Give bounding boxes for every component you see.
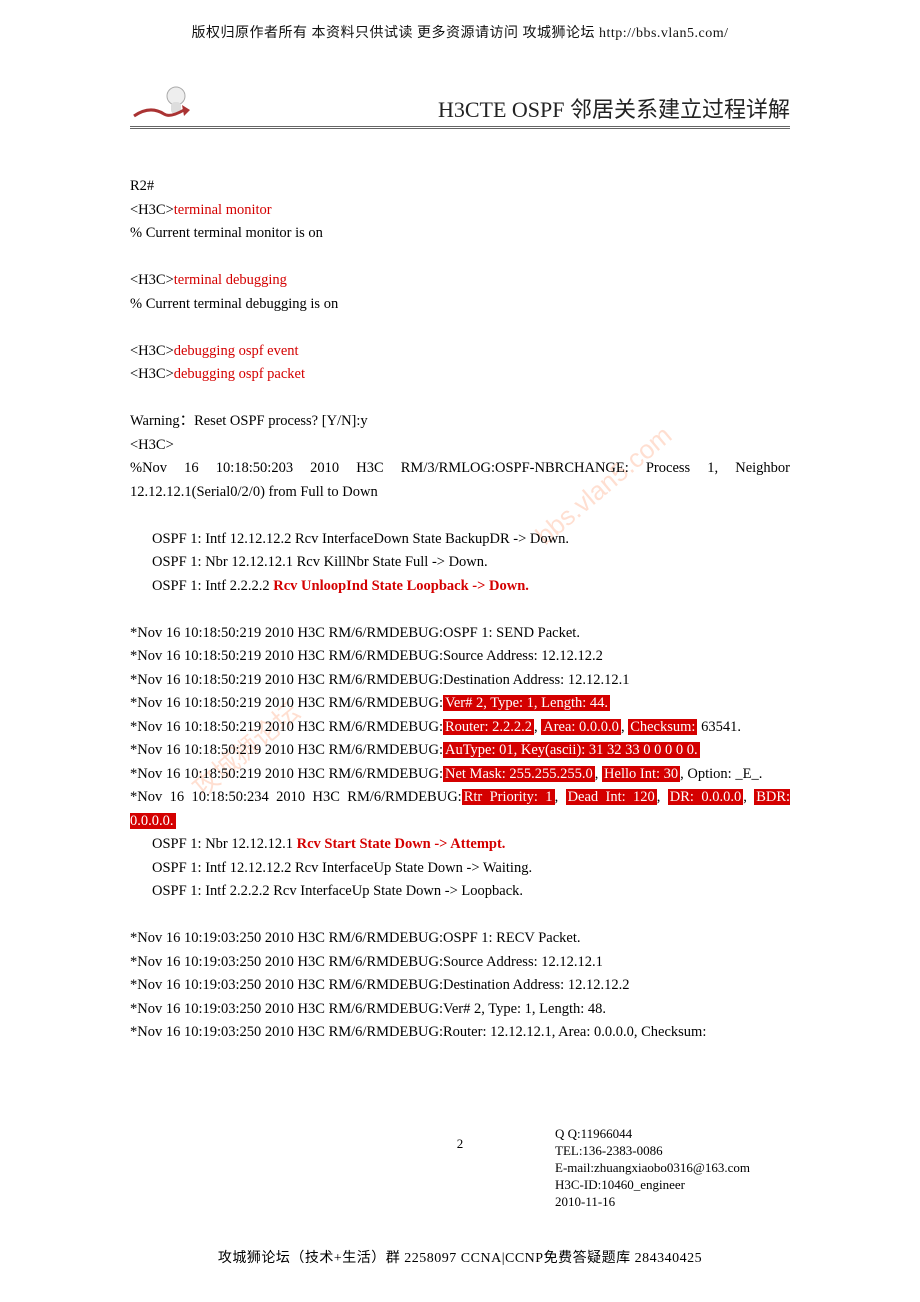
line: *Nov 16 10:18:50:219 2010 H3C RM/6/RMDEB…	[130, 763, 790, 787]
line: *Nov 16 10:18:50:219 2010 H3C RM/6/RMDEB…	[130, 669, 790, 693]
footer-h3c: H3C-ID:10460_engineer	[555, 1176, 750, 1193]
line: *Nov 16 10:18:50:219 2010 H3C RM/6/RMDEB…	[130, 622, 790, 646]
line: OSPF 1: Intf 12.12.12.2 Rcv InterfaceDow…	[130, 528, 790, 552]
line: *Nov 16 10:19:03:250 2010 H3C RM/6/RMDEB…	[130, 998, 790, 1022]
line: OSPF 1: Nbr 12.12.12.1 Rcv KillNbr State…	[130, 551, 790, 575]
doc-header: H3CTE OSPF 邻居关系建立过程详解	[130, 80, 790, 129]
document-page: 版权归原作者所有 本资料只供试读 更多资源请访问 攻城狮论坛 http://bb…	[0, 0, 920, 1302]
footer-contact: Q Q:11966044 TEL:136-2383-0086 E-mail:zh…	[555, 1125, 750, 1210]
line: *Nov 16 10:18:50:219 2010 H3C RM/6/RMDEB…	[130, 716, 790, 740]
doc-body: R2# <H3C>terminal monitor % Current term…	[130, 175, 790, 1045]
bottom-note: 攻城狮论坛（技术+生活）群 2258097 CCNA|CCNP免费答疑题库 28…	[0, 1247, 920, 1267]
line: OSPF 1: Intf 2.2.2.2 Rcv UnloopInd State…	[130, 575, 790, 599]
footer-email: E-mail:zhuangxiaobo0316@163.com	[555, 1159, 750, 1176]
doc-title: H3CTE OSPF 邻居关系建立过程详解	[438, 92, 790, 124]
line: <H3C>terminal monitor	[130, 199, 790, 223]
page-number: 2	[0, 1136, 920, 1152]
top-copyright-note: 版权归原作者所有 本资料只供试读 更多资源请访问 攻城狮论坛 http://bb…	[0, 22, 920, 42]
line: OSPF 1: Intf 2.2.2.2 Rcv InterfaceUp Sta…	[130, 880, 790, 904]
line: *Nov 16 10:19:03:250 2010 H3C RM/6/RMDEB…	[130, 1021, 790, 1045]
footer-date: 2010-11-16	[555, 1193, 750, 1210]
line: %Nov 16 10:18:50:203 2010 H3C RM/3/RMLOG…	[130, 457, 790, 504]
line: <H3C>terminal debugging	[130, 269, 790, 293]
line: *Nov 16 10:18:50:219 2010 H3C RM/6/RMDEB…	[130, 739, 790, 763]
line: *Nov 16 10:18:50:234 2010 H3C RM/6/RMDEB…	[130, 786, 790, 833]
line: *Nov 16 10:18:50:219 2010 H3C RM/6/RMDEB…	[130, 645, 790, 669]
footer-tel: TEL:136-2383-0086	[555, 1142, 750, 1159]
line: % Current terminal debugging is on	[130, 293, 790, 317]
line: <H3C>	[130, 434, 790, 458]
line: *Nov 16 10:18:50:219 2010 H3C RM/6/RMDEB…	[130, 692, 790, 716]
footer-qq: Q Q:11966044	[555, 1125, 750, 1142]
line: % Current terminal monitor is on	[130, 222, 790, 246]
line: Warning：Reset OSPF process? [Y/N]:y	[130, 410, 790, 434]
line: *Nov 16 10:19:03:250 2010 H3C RM/6/RMDEB…	[130, 974, 790, 998]
line: R2#	[130, 175, 790, 199]
line: OSPF 1: Nbr 12.12.12.1 Rcv Start State D…	[130, 833, 790, 857]
line: OSPF 1: Intf 12.12.12.2 Rcv InterfaceUp …	[130, 857, 790, 881]
line: *Nov 16 10:19:03:250 2010 H3C RM/6/RMDEB…	[130, 927, 790, 951]
line: <H3C>debugging ospf packet	[130, 363, 790, 387]
line: <H3C>debugging ospf event	[130, 340, 790, 364]
line: *Nov 16 10:19:03:250 2010 H3C RM/6/RMDEB…	[130, 951, 790, 975]
logo-icon	[130, 80, 200, 124]
